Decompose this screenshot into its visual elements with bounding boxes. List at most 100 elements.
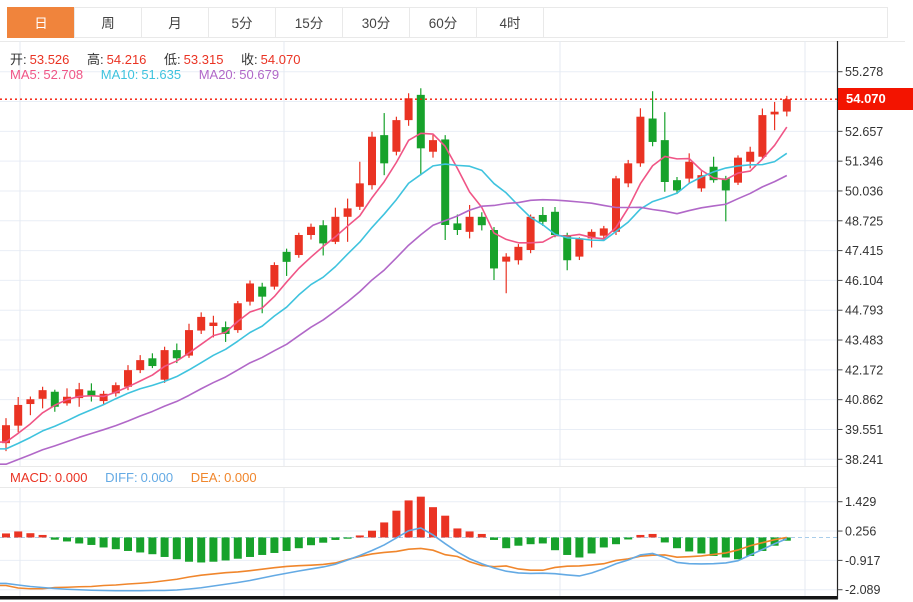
dea-value: 0.000	[224, 470, 257, 485]
candle-body	[526, 216, 535, 251]
macd-bar	[75, 537, 84, 544]
candle-body	[758, 115, 767, 157]
ma20-value: 50.679	[239, 67, 280, 82]
tab-周[interactable]: 周	[74, 7, 142, 38]
macd-axis-label: 1.429	[845, 495, 876, 509]
macd-bar	[685, 537, 694, 552]
ma20-label: MA20:	[198, 67, 237, 82]
macd-bar	[233, 537, 242, 559]
candle-body	[38, 390, 47, 399]
candle-body	[294, 235, 303, 256]
low-value: 53.315	[183, 52, 224, 67]
candle-body	[270, 265, 279, 287]
macd-bar	[270, 537, 279, 553]
price-axis-label: 39.551	[845, 423, 883, 437]
candle-body	[575, 238, 584, 257]
macd-label: MACD:	[10, 470, 52, 485]
tab-30分[interactable]: 30分	[342, 7, 410, 38]
candle-body	[648, 118, 657, 142]
macd-bar	[551, 537, 559, 551]
bottom-axis-bar	[0, 596, 838, 600]
candle-body	[673, 180, 681, 191]
ma10-label: MA10:	[100, 67, 139, 82]
macd-bar	[185, 537, 193, 562]
candle-body	[124, 370, 132, 387]
price-axis-label: 44.793	[845, 304, 883, 318]
ma5-value: 52.708	[43, 67, 84, 82]
candle-body	[392, 120, 401, 152]
macd-bar	[50, 537, 59, 540]
macd-bar	[587, 537, 596, 554]
candle-body	[197, 316, 206, 331]
price-axis-label: 40.862	[845, 393, 883, 407]
current-price-value: 54.070	[846, 91, 886, 106]
macd-legend: MACD: 0.000 DIFF: 0.000 DEA: 0.000	[10, 470, 260, 485]
ma5-label: MA5:	[10, 67, 41, 82]
candle-body	[465, 216, 474, 232]
candle-body	[734, 157, 742, 183]
macd-bar	[490, 537, 498, 540]
candle-body	[26, 399, 35, 405]
candlestick-macd-chart[interactable]: 55.278 52.657 51.346 50.036 48.725 47.415 46.1…	[0, 0, 913, 602]
candle-body	[148, 358, 157, 367]
price-axis-label: 38.241	[845, 453, 883, 467]
macd-bar	[2, 533, 10, 538]
macd-axis-label: -0.917	[845, 554, 880, 568]
low-label: 低:	[164, 52, 181, 67]
candle-body	[624, 163, 633, 184]
macd-bar	[392, 510, 401, 538]
macd-bar	[538, 537, 547, 544]
tab-日[interactable]: 日	[7, 7, 75, 38]
macd-bar	[63, 537, 71, 542]
macd-bar	[331, 537, 340, 540]
macd-bar	[87, 537, 96, 545]
tab-60分[interactable]: 60分	[409, 7, 477, 38]
macd-bar	[148, 537, 157, 555]
macd-bar	[355, 535, 364, 538]
macd-bar	[441, 515, 450, 538]
macd-bar	[294, 537, 303, 549]
macd-bar	[502, 537, 511, 549]
macd-bar	[172, 537, 181, 560]
candle-body	[563, 235, 572, 261]
candle-body	[502, 256, 511, 262]
current-price-tag: 54.070	[838, 88, 913, 110]
macd-bar	[721, 537, 730, 558]
close-value: 54.070	[260, 52, 301, 67]
tab-5分[interactable]: 5分	[208, 7, 276, 38]
macd-bar	[258, 537, 267, 555]
diff-value: 0.000	[140, 470, 174, 485]
macd-bar	[612, 537, 620, 545]
candle-body	[770, 111, 779, 115]
dea-label: DEA:	[190, 470, 222, 485]
candle-body	[453, 223, 462, 230]
price-axis-label: 51.346	[845, 155, 883, 169]
candle-body	[319, 225, 328, 244]
open-value: 53.526	[29, 52, 70, 67]
macd-bar	[124, 537, 132, 551]
diff-label: DIFF:	[105, 470, 138, 485]
macd-bar	[514, 537, 523, 546]
macd-bar	[136, 537, 145, 553]
macd-bar	[416, 496, 425, 538]
macd-bar	[307, 537, 315, 546]
candle-body	[636, 116, 645, 164]
ma-legend: MA5: 52.708 MA10: 51.635 MA20: 50.679	[10, 67, 282, 82]
candle-body	[599, 228, 608, 236]
tab-4时[interactable]: 4时	[476, 7, 544, 38]
macd-bar	[660, 537, 669, 543]
tab-15分[interactable]: 15分	[275, 7, 343, 38]
candle-body	[380, 135, 389, 164]
price-axis-label: 48.725	[845, 214, 883, 228]
macd-bar	[697, 537, 706, 554]
macd-bar	[709, 537, 718, 556]
close-label: 收:	[241, 52, 258, 67]
price-axis-label: 55.278	[845, 65, 883, 79]
candle-body	[685, 161, 694, 179]
tab-月[interactable]: 月	[141, 7, 209, 38]
candle-body	[246, 283, 254, 302]
macd-bar	[368, 530, 376, 538]
price-axis-label: 42.172	[845, 363, 883, 377]
macd-bar	[221, 537, 230, 561]
price-axis-label: 46.104	[845, 274, 883, 288]
